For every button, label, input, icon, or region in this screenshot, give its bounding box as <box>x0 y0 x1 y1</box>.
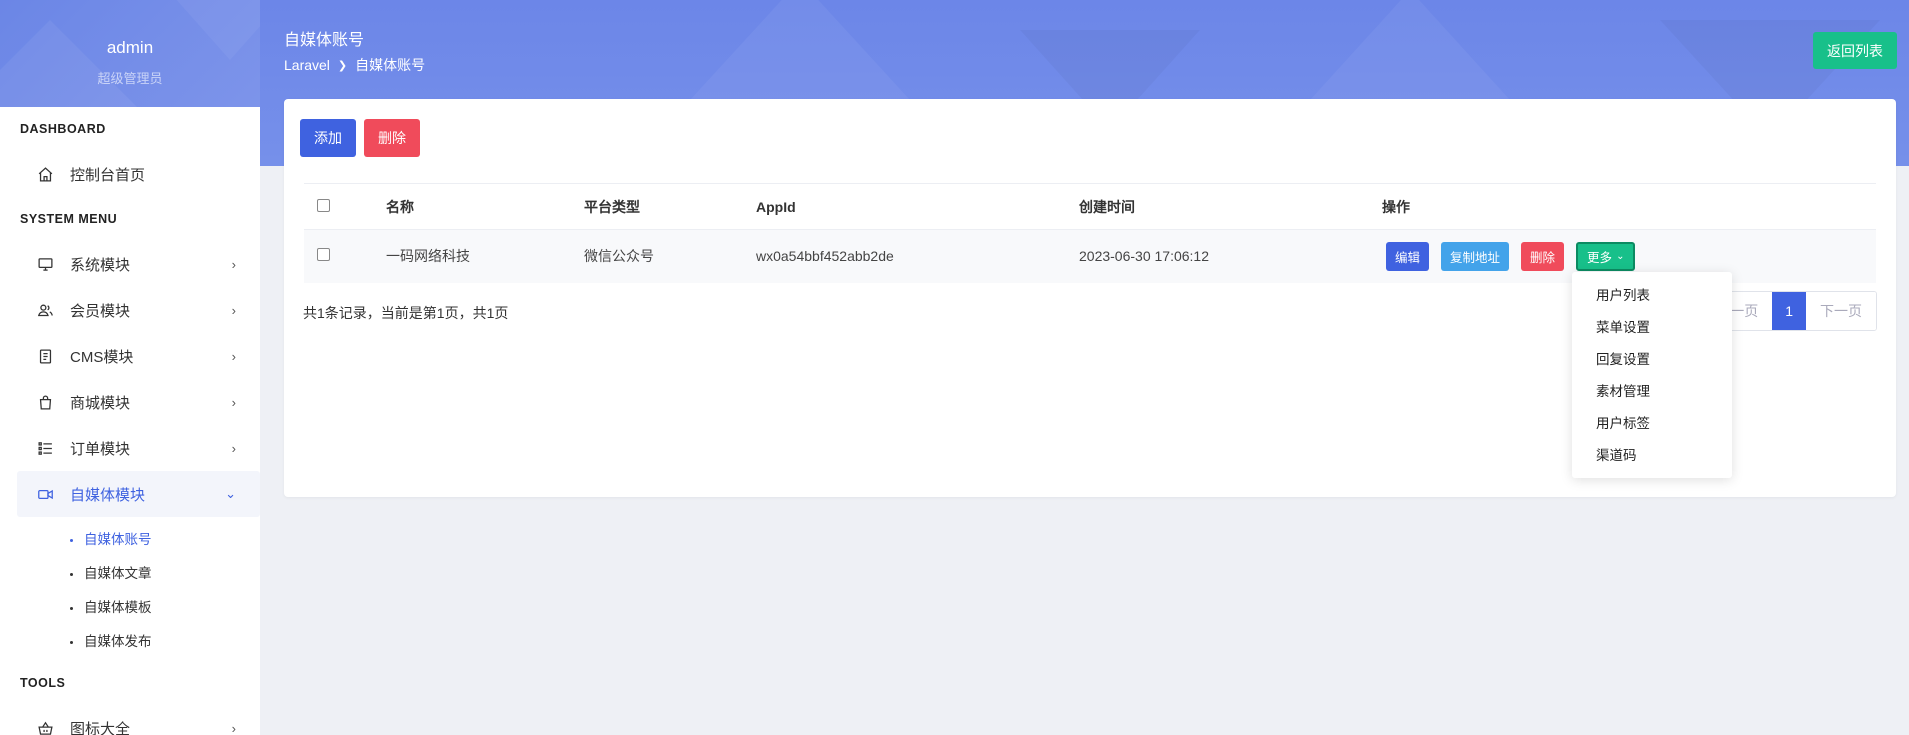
section-system-menu: SYSTEM MENU <box>20 212 118 226</box>
username[interactable]: admin <box>0 0 260 58</box>
cell-created: 2023-06-30 17:06:12 <box>1079 248 1209 265</box>
chevron-right-icon: › <box>231 440 236 456</box>
row-delete-button[interactable]: 删除 <box>1521 241 1565 271</box>
chevron-right-icon: › <box>231 394 236 410</box>
breadcrumb: Laravel ❯ 自媒体账号 <box>284 55 425 75</box>
more-dropdown-menu: 用户列表 菜单设置 回复设置 素材管理 用户标签 渠道码 <box>1572 272 1732 478</box>
cell-name: 一码网络科技 <box>386 248 470 265</box>
column-header-appid: AppId <box>756 198 796 215</box>
more-dropdown-button[interactable]: 更多 ⌄ <box>1576 241 1636 271</box>
menu-item-channel-code[interactable]: 渠道码 <box>1572 440 1732 472</box>
sidebar-item-label: 自媒体模块 <box>70 486 146 504</box>
menu-item-user-list[interactable]: 用户列表 <box>1572 280 1732 312</box>
sidebar-item-member[interactable]: 会员模块 › <box>17 287 260 333</box>
cell-platform: 微信公众号 <box>584 248 654 265</box>
basket-icon <box>36 719 54 735</box>
delete-button[interactable]: 删除 <box>364 119 420 157</box>
chevron-right-icon: › <box>231 256 236 272</box>
sidebar-item-order[interactable]: 订单模块 › <box>17 425 260 471</box>
menu-item-reply-settings[interactable]: 回复设置 <box>1572 344 1732 376</box>
column-header-actions: 操作 <box>1382 198 1410 215</box>
sidebar-item-label: 订单模块 <box>70 440 131 458</box>
menu-item-user-tags[interactable]: 用户标签 <box>1572 408 1732 440</box>
column-header-name: 名称 <box>386 198 414 215</box>
column-header-created: 创建时间 <box>1079 198 1135 215</box>
sidebar-item-console[interactable]: 控制台首页 <box>17 151 260 197</box>
add-button[interactable]: 添加 <box>300 119 356 157</box>
next-page-button[interactable]: 下一页 <box>1806 292 1876 330</box>
cell-appid: wx0a54bbf452abb2de <box>756 248 894 265</box>
document-icon <box>36 347 54 365</box>
pagination-info: 共1条记录，当前是第1页，共1页 <box>303 305 509 321</box>
sidebar-item-label: 控制台首页 <box>70 166 146 184</box>
toolbar: 添加 删除 <box>300 119 420 157</box>
sidebar-subitem-media-account[interactable]: 自媒体账号 <box>0 523 260 557</box>
sidebar-user-panel: admin 超级管理员 <box>0 0 260 107</box>
users-icon <box>36 301 54 319</box>
media-submenu: 自媒体账号 自媒体文章 自媒体模板 自媒体发布 <box>0 517 260 659</box>
sidebar-item-label: 商城模块 <box>70 394 131 412</box>
edit-button[interactable]: 编辑 <box>1386 241 1430 271</box>
chevron-right-icon: ❯ <box>337 59 348 72</box>
home-icon <box>36 165 54 183</box>
section-dashboard: DASHBOARD <box>20 122 106 136</box>
chevron-right-icon: › <box>231 348 236 364</box>
column-header-platform: 平台类型 <box>584 198 640 215</box>
chevron-right-icon: › <box>231 720 236 735</box>
back-to-list-button[interactable]: 返回列表 <box>1813 32 1897 69</box>
sidebar-subitem-media-template[interactable]: 自媒体模板 <box>0 591 260 625</box>
user-role: 超级管理员 <box>97 71 163 86</box>
sidebar-item-mall[interactable]: 商城模块 › <box>17 379 260 425</box>
sidebar-subitem-media-publish[interactable]: 自媒体发布 <box>0 625 260 659</box>
sidebar-item-label: 会员模块 <box>70 302 131 320</box>
sidebar-item-label: 图标大全 <box>70 720 131 735</box>
video-camera-icon <box>36 485 54 503</box>
page-number-current[interactable]: 1 <box>1772 292 1806 330</box>
copy-address-button[interactable]: 复制地址 <box>1441 241 1510 271</box>
breadcrumb-root[interactable]: Laravel <box>284 57 330 73</box>
sidebar-item-cms[interactable]: CMS模块 › <box>17 333 260 379</box>
section-tools: TOOLS <box>20 676 66 690</box>
chevron-down-icon: ⌄ <box>225 486 236 501</box>
sidebar-item-label: CMS模块 <box>70 348 134 366</box>
select-all-checkbox[interactable] <box>317 198 330 212</box>
breadcrumb-current: 自媒体账号 <box>355 57 426 73</box>
sidebar-item-label: 系统模块 <box>70 256 131 274</box>
table-header-row: 名称 平台类型 AppId 创建时间 操作 <box>304 183 1876 230</box>
shopping-bag-icon <box>36 393 54 411</box>
sidebar-item-system[interactable]: 系统模块 › <box>17 241 260 287</box>
row-checkbox[interactable] <box>317 248 330 262</box>
sidebar: admin 超级管理员 DASHBOARD 控制台首页 SYSTEM MENU … <box>0 0 260 735</box>
monitor-icon <box>36 255 54 273</box>
sidebar-subitem-media-article[interactable]: 自媒体文章 <box>0 557 260 591</box>
chevron-down-icon: ⌄ <box>1616 250 1625 262</box>
page-title: 自媒体账号 <box>284 32 365 49</box>
sidebar-item-media[interactable]: 自媒体模块 ⌄ <box>17 471 260 517</box>
chevron-right-icon: › <box>231 302 236 318</box>
accounts-table: 名称 平台类型 AppId 创建时间 操作 一码网络科技 微信公众号 wx0a5… <box>304 183 1876 283</box>
menu-item-menu-settings[interactable]: 菜单设置 <box>1572 312 1732 344</box>
menu-item-material-management[interactable]: 素材管理 <box>1572 376 1732 408</box>
sidebar-item-icons[interactable]: 图标大全 › <box>17 705 260 735</box>
list-icon <box>36 439 54 457</box>
